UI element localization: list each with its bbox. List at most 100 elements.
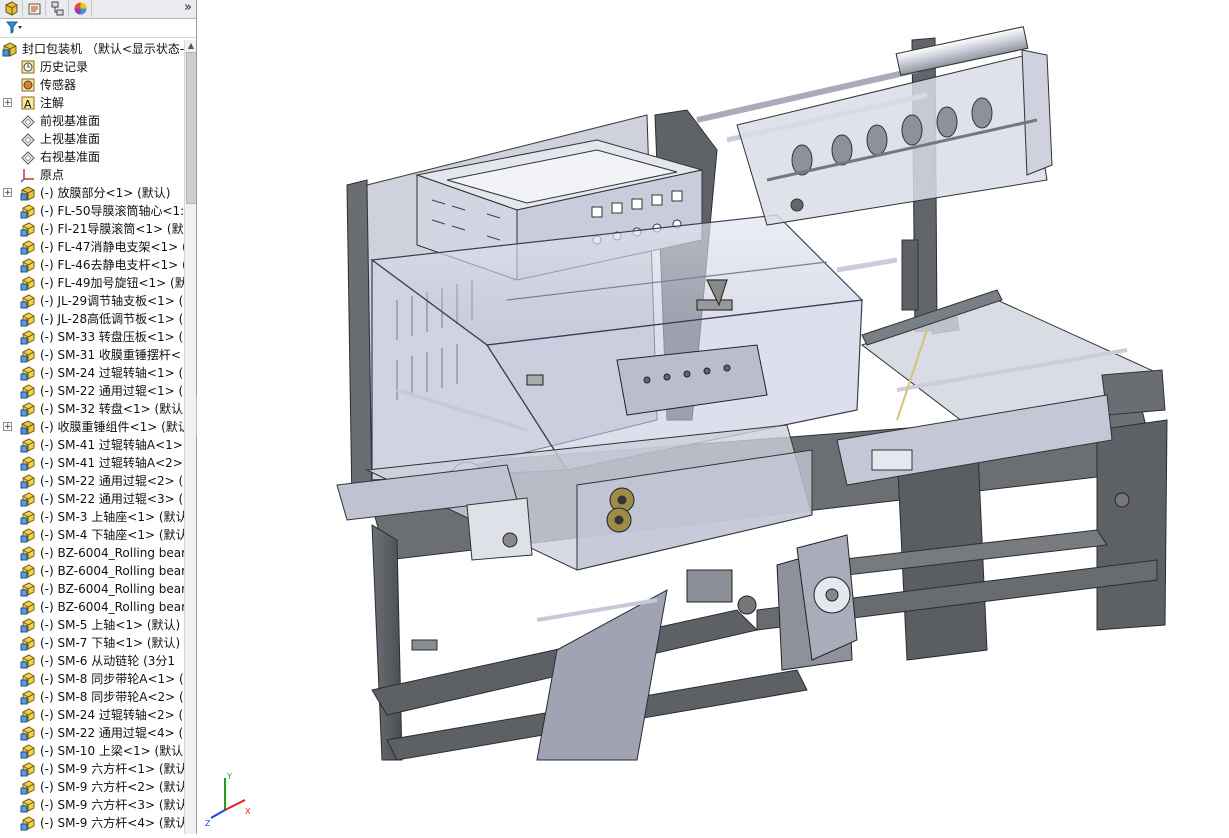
tree-item[interactable]: + A 注解 [0, 94, 183, 112]
tree-item[interactable]: (-) SM-9 六方杆<1> (默认 [0, 760, 188, 778]
part-icon [20, 366, 35, 381]
tree-item[interactable]: + (-) 放膜部分<1> (默认) [0, 184, 183, 202]
tree-item[interactable]: (-) JL-29调节轴支板<1> ( [0, 292, 183, 310]
tree-item[interactable]: (-) FL-46去静电支杆<1> ( [0, 256, 187, 274]
tree-item[interactable]: (-) SM-5 上轴<1> (默认) [0, 616, 183, 634]
tree-item[interactable]: 右视基准面 [0, 148, 183, 166]
scroll-thumb[interactable] [186, 52, 196, 204]
tree-item[interactable]: (-) BZ-6004_Rolling bear [0, 580, 186, 598]
part-icon [20, 204, 35, 219]
tree-item[interactable]: (-) SM-22 通用过辊<3> ( [0, 490, 183, 508]
tree-item[interactable]: (-) SM-22 通用过辊<1> ( [0, 382, 183, 400]
scroll-up-arrow[interactable]: ▲ [185, 40, 196, 52]
expand-toggle[interactable]: + [3, 98, 12, 108]
z-axis-label: Z [205, 819, 211, 826]
motor-pulley[interactable] [686, 534, 858, 671]
tree-item[interactable]: (-) SM-24 过辊转轴<2> ( [0, 706, 183, 724]
tree-item[interactable]: 历史记录 [0, 58, 183, 76]
graphics-area[interactable] [197, 0, 1229, 834]
tree-item[interactable]: (-) SM-41 过辊转轴A<2> [0, 454, 183, 472]
tree-item[interactable]: (-) JL-28高低调节板<1> ( [0, 310, 183, 328]
tree-root-assembly[interactable]: 封口包装机 （默认<显示状态- [0, 40, 185, 58]
tree-item-label: (-) BZ-6004_Rolling bear [40, 564, 187, 578]
tree-item[interactable]: 前视基准面 [0, 112, 183, 130]
tree-item[interactable]: (-) SM-32 转盘<1> (默认 [0, 400, 183, 418]
tree-item[interactable]: 传感器 [0, 76, 183, 94]
tree-item[interactable]: (-) FL-50导膜滚筒轴心<1: [0, 202, 184, 220]
part-icon [20, 492, 35, 507]
tree-item[interactable]: (-) SM-9 六方杆<4> (默认 [0, 814, 188, 832]
y-axis-label: Y [226, 772, 232, 781]
tree-item[interactable]: (-) SM-8 同步带轮A<2> ( [0, 688, 184, 706]
tree-item[interactable]: (-) SM-7 下轴<1> (默认) [0, 634, 183, 652]
part-icon [20, 726, 35, 741]
tree-item[interactable]: (-) SM-8 同步带轮A<1> ( [0, 670, 184, 688]
tree-item[interactable]: + (-) 收膜重锤组件<1> (默认 [0, 418, 190, 436]
sensor-icon [21, 78, 35, 92]
expand-toggle[interactable]: + [3, 422, 12, 432]
part-icon [20, 456, 35, 471]
filter-icon[interactable] [6, 21, 22, 34]
tree-item[interactable]: (-) SM-9 六方杆<2> (默认 [0, 778, 188, 796]
tree-item[interactable]: (-) SM-31 收膜重锤摆杆< [0, 346, 183, 364]
tree-item[interactable]: (-) SM-41 过辊转轴A<1> [0, 436, 183, 454]
part-icon [20, 600, 35, 615]
tree-item-label: (-) JL-28高低调节板<1> ( [40, 312, 184, 326]
part-icon [20, 330, 35, 345]
property-manager-tab[interactable] [23, 0, 46, 17]
tree-item-label: (-) BZ-6004_Rolling bear [40, 546, 187, 560]
feature-manager-tab[interactable] [0, 0, 23, 17]
tree-item[interactable]: (-) BZ-6004_Rolling bear [0, 598, 186, 616]
tree-item-label: 右视基准面 [40, 150, 101, 164]
tree-item[interactable]: (-) SM-22 通用过辊<4> ( [0, 724, 183, 742]
tree-item[interactable]: (-) SM-6 从动链轮 (3分1 [0, 652, 183, 670]
configuration-manager-tab[interactable] [46, 0, 69, 17]
part-icon [20, 582, 35, 597]
tree-item[interactable]: (-) SM-9 六方杆<3> (默认 [0, 796, 188, 814]
tree-item-label: 封口包装机 （默认<显示状态- [22, 42, 185, 56]
tree-item[interactable]: (-) BZ-6004_Rolling bear [0, 562, 187, 580]
tree-item-label: (-) FL-46去静电支杆<1> ( [40, 258, 187, 272]
tree-item[interactable]: (-) FL-49加号旋钮<1> (默 [0, 274, 187, 292]
feature-tree: 封口包装机 （默认<显示状态- 历史记录 传感器 + A 注解前视基准面 上视基准面右视基准… [0, 40, 196, 832]
tree-item[interactable]: (-) SM-4 下轴座<1> (默认 [0, 526, 188, 544]
part-icon [20, 744, 35, 759]
tree-item[interactable]: (-) SM-10 上梁<1> (默认 [0, 742, 183, 760]
tree-item[interactable]: (-) SM-33 转盘压板<1> ( [0, 328, 183, 346]
part-icon [20, 258, 35, 273]
view-triad[interactable]: Y X Z [205, 770, 255, 826]
tree-item[interactable]: (-) SM-22 通用过辊<2> ( [0, 472, 183, 490]
tree-item[interactable]: (-) SM-24 过辊转轴<1> ( [0, 364, 183, 382]
tree-item-label: 原点 [40, 168, 65, 182]
tree-item-label: (-) FL-49加号旋钮<1> (默 [40, 276, 187, 290]
annotation-icon: A [21, 96, 35, 111]
x-axis-label: X [245, 807, 251, 816]
tree-item-label: (-) SM-41 过辊转轴A<1> [40, 438, 183, 452]
tree-item[interactable]: (-) Fl-21导膜滚筒<1> (默认 [0, 220, 196, 238]
part-icon [20, 762, 35, 777]
tree-item[interactable]: (-) FL-47消静电支架<1> ( [0, 238, 187, 256]
expand-toggle[interactable]: + [3, 188, 12, 198]
tree-item-label: 注解 [40, 96, 65, 110]
tree-item[interactable]: 原点 [0, 166, 183, 184]
part-icon [20, 798, 35, 813]
filter-bar[interactable] [0, 19, 196, 38]
expand-tabs-button[interactable]: » [184, 0, 192, 16]
tree-item-label: (-) SM-6 从动链轮 (3分1 [40, 654, 176, 668]
part-icon [20, 816, 35, 831]
tree-item-label: (-) 放膜部分<1> (默认) [40, 186, 171, 200]
display-manager-tab[interactable] [69, 0, 92, 17]
tree-scrollbar[interactable]: ▲ [184, 40, 196, 834]
subassembly-icon [20, 186, 35, 201]
svg-text:A: A [24, 98, 32, 111]
tree-item[interactable]: (-) BZ-6004_Rolling bear [0, 544, 187, 562]
tree-item-label: (-) SM-5 上轴<1> (默认) [40, 618, 181, 632]
configuration-manager-icon [51, 1, 63, 16]
tree-item-label: (-) SM-41 过辊转轴A<2> [40, 456, 183, 470]
tree-item[interactable]: (-) SM-3 上轴座<1> (默认 [0, 508, 188, 526]
part-icon [20, 222, 35, 237]
model-view[interactable] [197, 0, 1229, 834]
tree-item[interactable]: 上视基准面 [0, 130, 183, 148]
origin-icon [20, 169, 34, 183]
tree-item-label: (-) SM-22 通用过辊<1> ( [40, 384, 184, 398]
